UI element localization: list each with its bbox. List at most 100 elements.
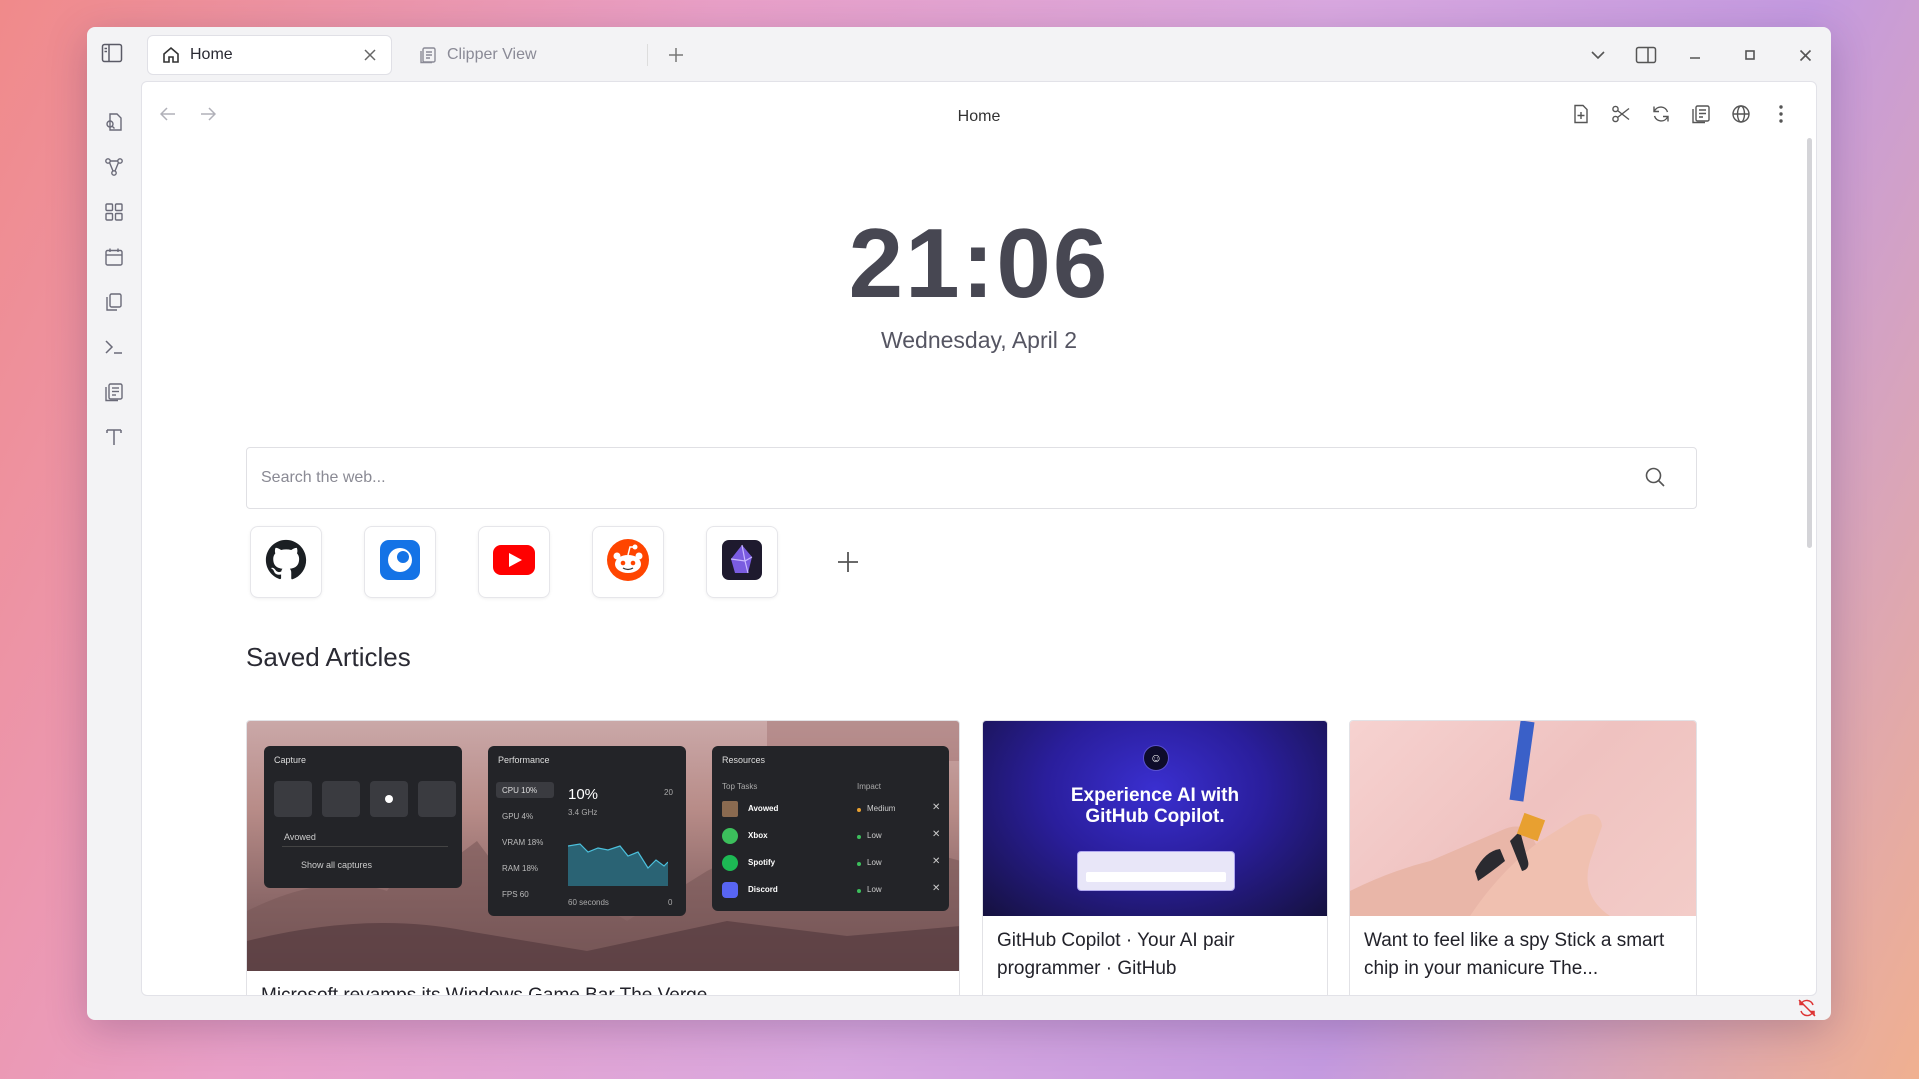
github-icon — [265, 539, 307, 586]
resource-impact: Low — [867, 858, 882, 867]
youtube-icon — [492, 544, 536, 581]
perf-stat: FPS 60 — [502, 890, 529, 899]
capture-title: Capture — [274, 755, 307, 765]
performance-widget: Performance CPU 10% GPU 4% VRAM 18% RAM … — [488, 746, 686, 916]
article-thumbnail: Capture Avowed Show all captures Perform… — [247, 721, 959, 971]
perf-stat: GPU 4% — [502, 812, 534, 821]
add-shortcut-button[interactable] — [830, 544, 866, 580]
impact-dot — [857, 889, 861, 893]
avowed-icon — [722, 801, 738, 817]
dashboard-icon[interactable] — [100, 198, 128, 226]
clock-time: 21:06 — [848, 208, 1110, 318]
reddit-shortcut[interactable] — [592, 526, 664, 598]
article-title[interactable]: Microsoft revamps its Windows Game Bar T… — [261, 982, 945, 995]
copilot-headline-line: GitHub Copilot. — [1085, 806, 1225, 827]
search-input[interactable] — [261, 448, 1561, 508]
text-icon[interactable] — [100, 423, 128, 451]
calendar-icon[interactable] — [100, 243, 128, 271]
capture-game: Avowed — [284, 832, 316, 842]
chat-input-field — [1086, 872, 1226, 882]
search-icon[interactable] — [1644, 466, 1668, 490]
blue-app-shortcut[interactable] — [364, 526, 436, 598]
terminal-icon[interactable] — [100, 333, 128, 361]
resource-row: Discord Low ✕ — [722, 879, 942, 901]
article-card[interactable]: Capture Avowed Show all captures Perform… — [246, 720, 960, 995]
performance-title: Performance — [498, 755, 550, 765]
spotify-icon — [722, 855, 738, 871]
saved-articles-heading: Saved Articles — [246, 642, 411, 672]
resource-name: Xbox — [748, 831, 768, 840]
resource-row: Xbox Low ✕ — [722, 825, 942, 847]
left-rail — [87, 83, 141, 1020]
copilot-icon: ☺ — [1143, 745, 1169, 771]
impact-dot — [857, 808, 861, 812]
blue-circle-app-icon — [379, 539, 421, 586]
perf-stat: CPU 10% — [502, 786, 538, 795]
maximize-button[interactable] — [1735, 41, 1765, 69]
purple-app-icon — [721, 539, 763, 586]
new-file-icon[interactable] — [1566, 99, 1596, 129]
impact-dot — [857, 835, 861, 839]
capture-widget: Capture Avowed Show all captures — [264, 746, 462, 888]
file-search-icon[interactable] — [100, 108, 128, 136]
graph-window: 60 seconds — [568, 898, 609, 907]
scissors-icon[interactable] — [1606, 99, 1636, 129]
globe-icon[interactable] — [1726, 99, 1756, 129]
clock-date: Wednesday, April 2 — [880, 327, 1078, 353]
perf-stat: RAM 18% — [502, 864, 539, 873]
xbox-icon — [722, 828, 738, 844]
reader-mode-icon[interactable] — [1686, 99, 1716, 129]
home-icon — [162, 46, 180, 64]
github-shortcut[interactable] — [250, 526, 322, 598]
split-view-icon[interactable] — [1631, 41, 1661, 69]
copilot-headline: Experience AI with GitHub Copilot. — [983, 785, 1327, 827]
page-title: Home — [957, 108, 1001, 125]
record-button — [370, 781, 408, 817]
new-tab-button[interactable] — [662, 41, 690, 69]
purple-app-shortcut[interactable] — [706, 526, 778, 598]
search-box — [246, 447, 1697, 509]
tab-separator — [647, 44, 648, 66]
article-title[interactable]: GitHub Copilot · Your AI pair programmer… — [997, 927, 1313, 983]
close-window-button[interactable] — [1790, 41, 1820, 69]
more-options-icon[interactable] — [1766, 99, 1796, 129]
app-window: Home Clipper View Home 21:06 Wednesday, … — [87, 27, 1831, 1020]
chat-input-mock — [1077, 851, 1235, 891]
reader-icon[interactable] — [100, 378, 128, 406]
title-bar: Home Clipper View — [87, 27, 1831, 83]
sidebar-toggle-icon[interactable] — [101, 43, 125, 65]
minimize-button[interactable] — [1680, 41, 1710, 69]
close-tab-icon[interactable] — [359, 44, 381, 66]
resource-impact: Medium — [867, 804, 896, 813]
article-title[interactable]: Want to feel like a spy Stick a smart ch… — [1364, 927, 1682, 983]
reddit-icon — [606, 538, 650, 587]
article-card[interactable]: Want to feel like a spy Stick a smart ch… — [1349, 720, 1697, 995]
refresh-icon[interactable] — [1646, 99, 1676, 129]
youtube-shortcut[interactable] — [478, 526, 550, 598]
chevron-down-icon[interactable] — [1583, 41, 1613, 69]
resources-widget: Resources Top Tasks Impact Avowed Medium… — [712, 746, 949, 911]
graph-icon[interactable] — [100, 153, 128, 181]
close-icon: ✕ — [932, 856, 941, 867]
copy-icon[interactable] — [100, 288, 128, 316]
article-card[interactable]: ☺ Experience AI with GitHub Copilot. Git… — [982, 720, 1328, 995]
tab-home[interactable]: Home — [147, 35, 392, 75]
resource-impact: Low — [867, 831, 882, 840]
top-tasks-header: Top Tasks — [722, 782, 758, 791]
discord-icon — [722, 882, 738, 898]
resource-row: Avowed Medium ✕ — [722, 798, 942, 820]
resource-impact: Low — [867, 885, 882, 894]
cpu-big-value: 10% — [568, 786, 599, 803]
sync-off-icon[interactable] — [1797, 998, 1817, 1018]
resource-list: Avowed Medium ✕ Xbox Low ✕ Spotify Low ✕… — [722, 798, 942, 906]
screenshot-button — [274, 781, 312, 817]
impact-header: Impact — [857, 782, 882, 791]
resource-name: Spotify — [748, 858, 776, 867]
mic-button — [418, 781, 456, 817]
impact-dot — [857, 862, 861, 866]
tab-label: Clipper View — [447, 46, 537, 63]
cpu-frequency: 3.4 GHz — [568, 808, 598, 817]
cpu-graph — [568, 843, 668, 886]
resources-title: Resources — [722, 755, 766, 765]
tab-clipper-view[interactable]: Clipper View — [405, 35, 650, 75]
